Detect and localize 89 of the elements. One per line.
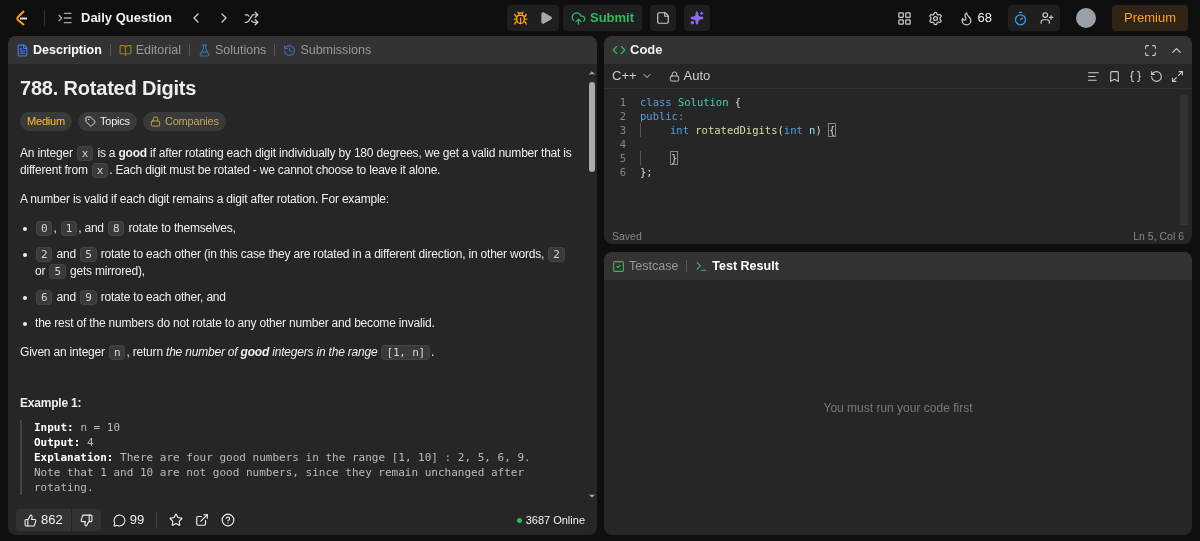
- bullet-text: 2 and 5 rotate to each other (in this case they are rotated in a different direction, in other words, 2 or 5 gets mirrored),: [35, 246, 575, 280]
- lock-icon: [149, 116, 161, 127]
- difficulty-badge: Medium: [20, 112, 72, 131]
- bullet-icon: [23, 253, 27, 257]
- comment-icon: [112, 513, 126, 527]
- comments-button[interactable]: 99: [112, 510, 145, 530]
- fullscreen-icon[interactable]: [1144, 43, 1157, 57]
- panel-tab[interactable]: Submissions: [283, 40, 372, 60]
- example-line: rotating.: [34, 480, 95, 495]
- code-line: }: [640, 151, 679, 165]
- thumbs-down-icon: [79, 513, 93, 527]
- code-panel-title: Code: [612, 40, 663, 60]
- help-icon[interactable]: [221, 513, 236, 527]
- example-line: Output: 4: [34, 435, 95, 450]
- bullet-icon: [23, 296, 27, 300]
- add-user-icon: [1040, 11, 1054, 25]
- code-line: public:: [640, 109, 685, 123]
- scroll-down-icon[interactable]: [587, 491, 597, 501]
- auto-mode-label[interactable]: Auto: [668, 66, 711, 86]
- cloud-upload-icon: [571, 10, 586, 26]
- line-number: 1: [618, 95, 626, 109]
- reset-icon[interactable]: [1150, 69, 1163, 83]
- share-icon[interactable]: [195, 513, 210, 527]
- note-icon: [656, 11, 671, 25]
- scroll-up-icon[interactable]: [587, 68, 597, 78]
- bug-icon: [512, 10, 528, 26]
- thumbs-up-icon: [24, 513, 37, 527]
- bullet-text: 0 , 1 , and 8 rotate to themselves,: [35, 220, 236, 237]
- panel-tab[interactable]: Description: [16, 40, 102, 60]
- expand-icon[interactable]: [1171, 69, 1184, 83]
- save-status: Saved: [612, 229, 642, 244]
- bullet-text: 6 and 9 rotate to each other, and: [35, 289, 226, 306]
- problem-title: 788. Rotated Digits: [20, 76, 198, 100]
- online-count: 3687 Online: [516, 511, 589, 529]
- history-icon: [283, 43, 297, 57]
- timer-icon: [1013, 10, 1029, 26]
- sparkles-icon: [690, 11, 705, 25]
- premium-button[interactable]: Premium: [1112, 5, 1188, 31]
- bullet-icon: [23, 227, 27, 231]
- checkbox-icon: [612, 259, 625, 273]
- panel-tab[interactable]: Editorial: [118, 40, 181, 60]
- play-icon: [539, 11, 553, 25]
- example-line: Note that 1 and 10 are not good numbers, since they remain unchanged after: [34, 465, 526, 480]
- bookmark-icon[interactable]: [1108, 69, 1121, 83]
- example-line: Input: n = 10: [34, 420, 122, 435]
- avatar[interactable]: [1076, 8, 1096, 28]
- scrollbar-thumb[interactable]: [589, 82, 595, 172]
- lock-icon: [668, 70, 680, 82]
- line-number: 2: [618, 109, 626, 123]
- settings-icon[interactable]: [927, 10, 943, 26]
- bullet-text: the rest of the numbers do not rotate to any other number and become invalid.: [35, 315, 435, 332]
- tag-icon: [84, 116, 96, 127]
- grid-icon[interactable]: [896, 10, 912, 26]
- streak-counter[interactable]: 68: [958, 8, 992, 28]
- flame-icon: [958, 10, 974, 26]
- panel-tab[interactable]: Solutions: [197, 40, 267, 60]
- braces-icon[interactable]: [1129, 69, 1142, 83]
- cursor-position: Ln 5, Col 6: [1133, 229, 1184, 244]
- line-number: 3: [618, 123, 626, 137]
- companies-tag[interactable]: Companies: [142, 112, 226, 131]
- result-tab[interactable]: Test Result: [695, 256, 779, 276]
- code-line: class Solution {: [640, 95, 742, 109]
- star-icon[interactable]: [169, 513, 184, 527]
- terminal-icon: [695, 259, 709, 273]
- submit-button[interactable]: Submit: [563, 5, 643, 31]
- list-icon[interactable]: [57, 10, 73, 26]
- code-line: };: [640, 165, 653, 179]
- line-number: 5: [618, 151, 626, 165]
- daily-question-link[interactable]: Daily Question: [81, 8, 173, 28]
- format-icon[interactable]: [1087, 69, 1100, 83]
- shuffle-icon[interactable]: [244, 10, 260, 26]
- flask-icon: [197, 43, 211, 57]
- note-button[interactable]: [650, 5, 677, 31]
- topics-tag[interactable]: Topics: [77, 112, 137, 131]
- description-paragraph: A number is valid if each digit remains a digit after rotation. For example:: [20, 191, 390, 208]
- document-icon: [16, 43, 29, 57]
- bullet-icon: [23, 322, 27, 326]
- empty-result-message: You must run your code first: [823, 399, 973, 417]
- example-title: Example 1:: [20, 395, 83, 412]
- description-paragraph: An integer x is a good if after rotating each digit individually by 180 degrees, we get a valid number that is different from x . Each digit must be rotated - we cannot choose to leave it alone.: [20, 145, 573, 179]
- code-icon: [612, 43, 626, 57]
- line-number: 4: [618, 137, 626, 151]
- book-icon: [118, 43, 132, 57]
- ai-button[interactable]: [684, 5, 711, 31]
- example-line: Explanation: There are four good numbers in the range [1, 10] : 2, 5, 6, 9.: [34, 450, 532, 465]
- line-number: 6: [618, 165, 626, 179]
- language-select[interactable]: C++: [612, 66, 653, 86]
- code-line: int rotatedDigits(int n) {: [640, 123, 837, 137]
- result-tab[interactable]: Testcase: [612, 256, 679, 276]
